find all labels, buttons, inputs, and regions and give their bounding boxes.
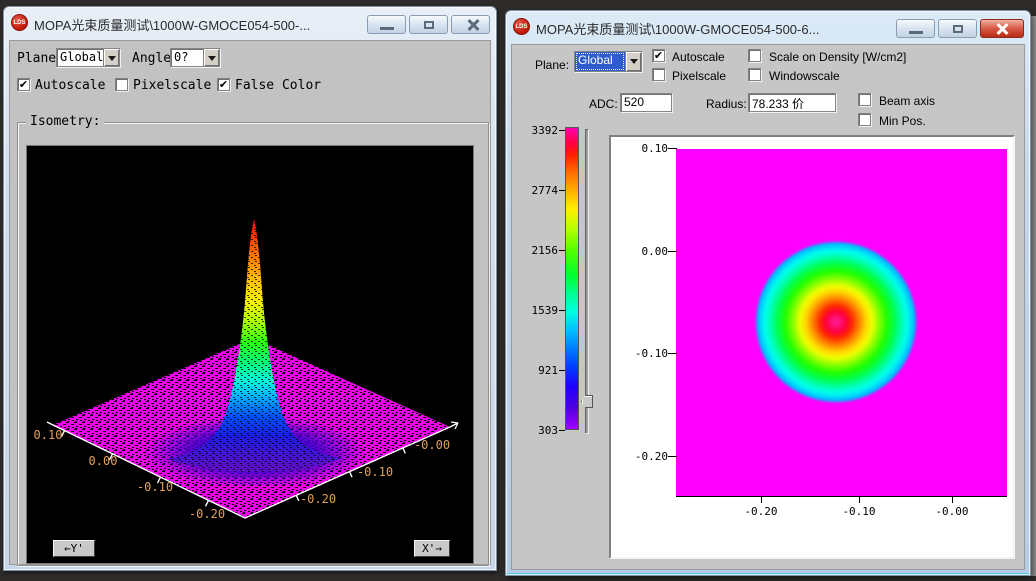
- colorbar-tick: 2156: [520, 244, 565, 256]
- pixelscale-checkbox[interactable]: [115, 78, 128, 91]
- left-window-title: MOPA光束质量测试\1000W-GMOCE054-500-...: [34, 15, 310, 34]
- right-client-area: Plane: Global ✔ Autoscale Pixelscale Sca…: [511, 44, 1025, 570]
- isometry-window: LDS MOPA光束质量测试\1000W-GMOCE054-500-... Pl…: [3, 6, 497, 571]
- y-tick: [668, 148, 677, 149]
- scale-on-density-label: Scale on Density [W/cm2]: [769, 50, 906, 64]
- y-axis-label: -0.20: [624, 450, 668, 462]
- close-icon: [995, 23, 1009, 35]
- y-tick: [668, 353, 677, 354]
- false-color-label: False Color: [235, 78, 321, 93]
- pixelscale-checkbox[interactable]: [652, 68, 665, 81]
- plane-value: Global: [575, 52, 625, 71]
- pixelscale-label: Pixelscale: [133, 78, 211, 93]
- min-pos-label: Min Pos.: [879, 114, 926, 128]
- svg-text:0.10: 0.10: [34, 428, 63, 442]
- minimize-icon: [909, 31, 923, 34]
- right-titlebar[interactable]: LDS MOPA光束质量测试\1000W-GMOCE054-500-6...: [510, 15, 1026, 43]
- svg-text:-0.00: -0.00: [414, 438, 450, 452]
- minimize-button[interactable]: [896, 19, 935, 38]
- windowscale-label: Windowscale: [769, 69, 840, 83]
- isometry-groupbox: Isometry:: [17, 122, 489, 566]
- plane-dropdown[interactable]: Global: [574, 51, 642, 72]
- y-axis-label: 0.10: [624, 142, 668, 154]
- beam-axis-label: Beam axis: [879, 94, 935, 108]
- autoscale-checkbox[interactable]: ✔: [17, 78, 30, 91]
- restore-icon: [953, 25, 963, 33]
- colorbar-tick: 921: [520, 364, 565, 376]
- chevron-down-icon[interactable]: [103, 49, 119, 66]
- minimize-button[interactable]: [367, 15, 406, 34]
- y-axis-label: 0.00: [624, 245, 668, 257]
- x-axis-label: -0.00: [927, 505, 977, 517]
- x-axis-label: -0.10: [834, 505, 884, 517]
- svg-text:-0.10: -0.10: [137, 480, 173, 494]
- x-tick: [859, 497, 860, 503]
- autoscale-checkbox[interactable]: ✔: [652, 49, 665, 62]
- colorbar-tick: 1539: [520, 304, 565, 316]
- close-icon: [466, 19, 480, 31]
- svg-text:-0.10: -0.10: [357, 465, 393, 479]
- autoscale-label: Autoscale: [35, 78, 105, 93]
- radius-input[interactable]: 78.233 价: [748, 93, 836, 112]
- x-tick: [952, 497, 953, 503]
- adc-input[interactable]: 520: [620, 93, 672, 112]
- svg-text:0.00: 0.00: [89, 454, 118, 468]
- false-color-window: LDS MOPA光束质量测试\1000W-GMOCE054-500-6... P…: [505, 10, 1031, 576]
- plane-dropdown[interactable]: Global: [56, 48, 120, 67]
- beam-axis-checkbox[interactable]: [858, 93, 871, 106]
- close-button[interactable]: [451, 15, 490, 34]
- lds-app-icon: LDS: [513, 18, 530, 35]
- y-axis-label: -0.10: [624, 347, 668, 359]
- colorbar-tick: 2774: [520, 184, 565, 196]
- minimize-icon: [380, 27, 394, 30]
- pixelscale-label: Pixelscale: [672, 69, 726, 83]
- scale-slider-track[interactable]: [585, 129, 588, 433]
- chevron-down-icon[interactable]: [203, 49, 219, 66]
- angle-dropdown[interactable]: 0?: [170, 48, 220, 67]
- svg-text:-0.20: -0.20: [300, 492, 336, 506]
- right-window-title: MOPA光束质量测试\1000W-GMOCE054-500-6...: [536, 19, 819, 38]
- beam-profile-panel: 0.10 0.00 -0.10 -0.20 -0.20 -0.10 -0.00: [609, 135, 1015, 559]
- autoscale-label: Autoscale: [672, 50, 725, 64]
- restore-icon: [424, 21, 434, 29]
- colorbar-tick: 3392: [520, 124, 565, 136]
- isometry-groupbox-label: Isometry:: [26, 114, 104, 129]
- radius-label: Radius:: [706, 97, 747, 111]
- angle-value: 0?: [171, 49, 203, 66]
- min-pos-checkbox[interactable]: [858, 113, 871, 126]
- restore-button[interactable]: [938, 19, 977, 38]
- scale-on-density-checkbox[interactable]: [748, 49, 761, 62]
- beam-spot: [756, 242, 916, 402]
- y-tick: [668, 251, 677, 252]
- y-tick: [668, 456, 677, 457]
- plane-value: Global: [57, 49, 103, 66]
- close-button[interactable]: [980, 19, 1024, 38]
- x-axis-direction-button[interactable]: X'→: [414, 540, 450, 557]
- false-color-checkbox[interactable]: ✔: [217, 78, 230, 91]
- isometry-surface: 0.10 0.00 -0.10 -0.20 -0.00 -0.10 -0.20: [27, 146, 473, 563]
- x-axis-label: -0.20: [736, 505, 786, 517]
- windowscale-checkbox[interactable]: [748, 68, 761, 81]
- plane-label: Plane:: [535, 58, 569, 72]
- restore-button[interactable]: [409, 15, 448, 34]
- left-titlebar[interactable]: LDS MOPA光束质量测试\1000W-GMOCE054-500-...: [8, 11, 492, 39]
- x-tick: [761, 497, 762, 503]
- lds-app-icon: LDS: [11, 14, 28, 31]
- scale-slider-thumb[interactable]: [581, 395, 593, 408]
- adc-label: ADC:: [589, 97, 618, 111]
- y-axis-direction-button[interactable]: ←Y': [53, 540, 95, 557]
- beam-profile-heatmap: [676, 149, 1007, 497]
- isometry-3d-plot: 0.10 0.00 -0.10 -0.20 -0.00 -0.10 -0.20 …: [26, 145, 474, 564]
- colorbar-tick: 303: [520, 424, 565, 436]
- intensity-colorbar: [565, 127, 579, 430]
- chevron-down-icon[interactable]: [625, 52, 641, 71]
- left-client-area: Plane: Global Angle: 0? ✔ Autoscale Pixe…: [9, 40, 491, 565]
- svg-text:-0.20: -0.20: [189, 507, 225, 521]
